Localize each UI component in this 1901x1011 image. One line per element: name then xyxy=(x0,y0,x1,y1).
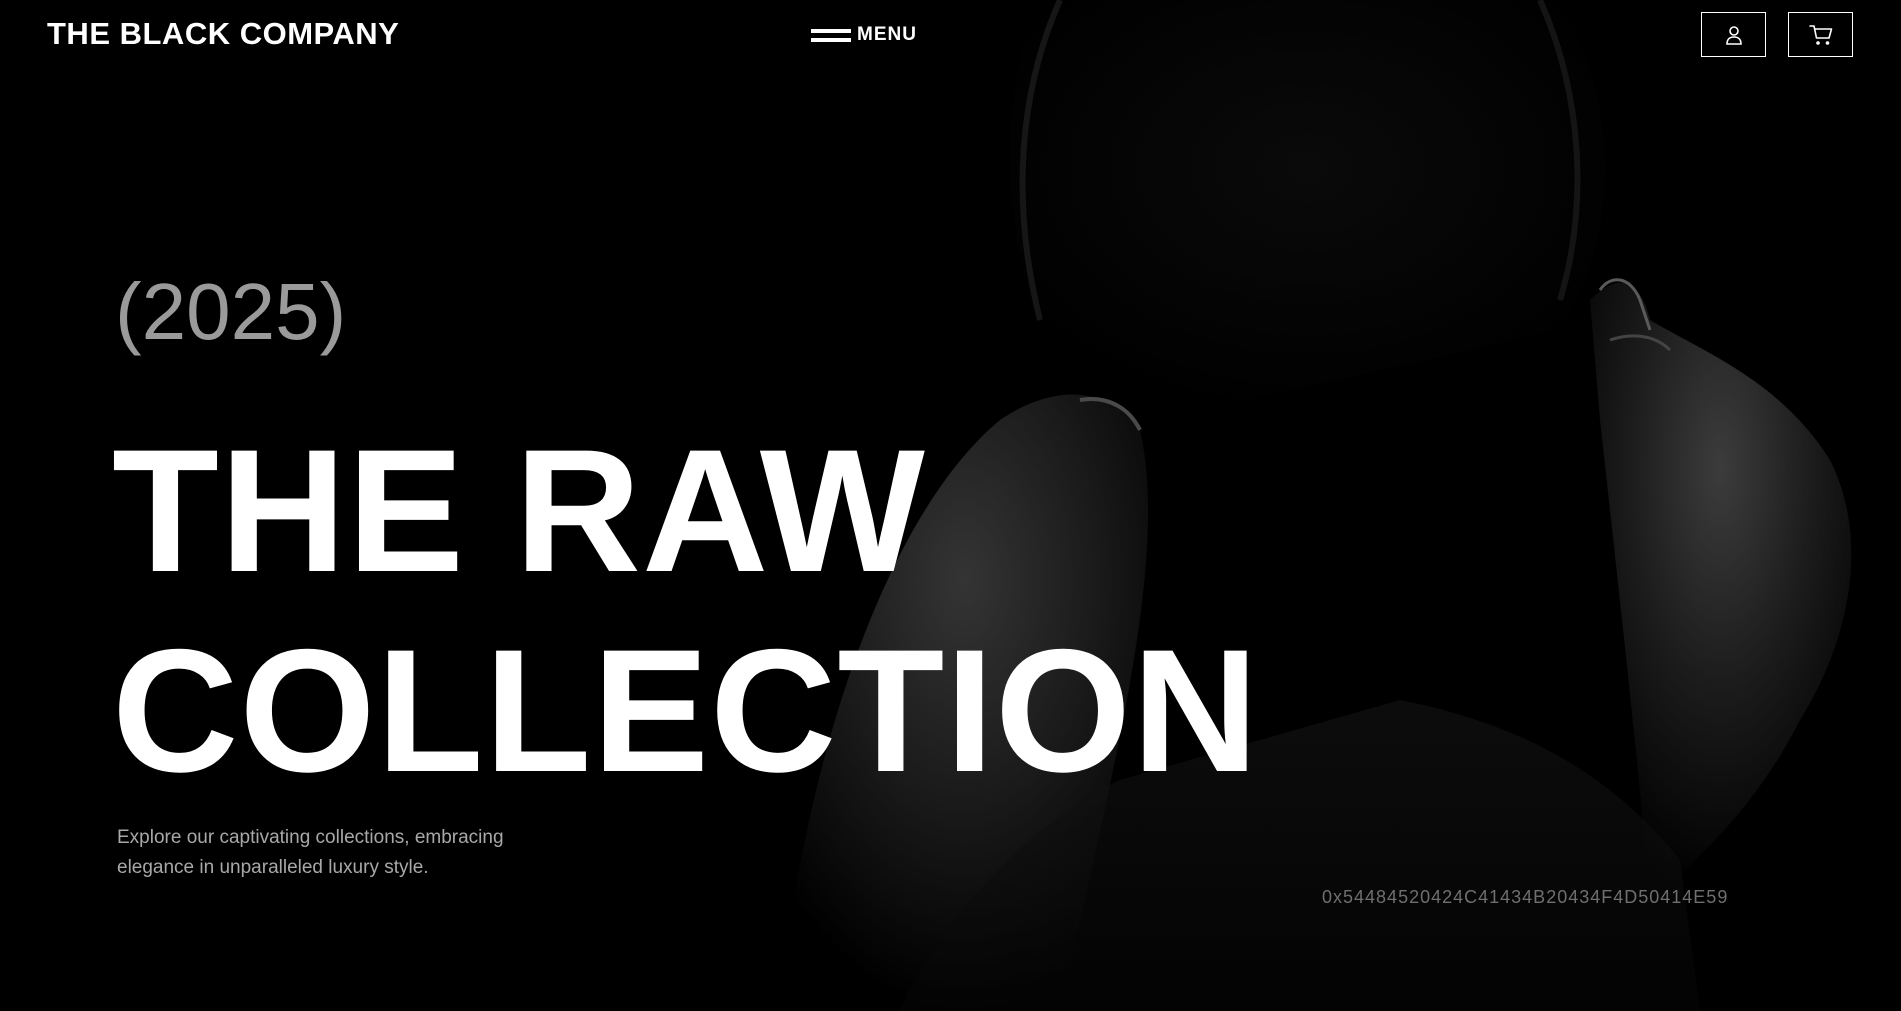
brand-logo[interactable]: THE BLACK COMPANY xyxy=(47,16,399,52)
hex-code-text: 0x54484520424C41434B20434F4D50414E59 xyxy=(1322,887,1729,907)
hero-title: THE RAW COLLECTION xyxy=(112,412,1259,812)
user-icon xyxy=(1725,25,1742,45)
menu-label: MENU xyxy=(857,24,917,45)
account-button[interactable] xyxy=(1701,12,1766,57)
hero-description: Explore our captivating collections, emb… xyxy=(117,827,504,878)
site-header: THE BLACK COMPANY MENU xyxy=(0,0,1901,70)
collection-year: (2025) xyxy=(115,267,347,356)
hamburger-icon xyxy=(811,26,851,44)
cart-icon xyxy=(1808,24,1832,45)
hero-title-line-2: COLLECTION xyxy=(112,614,1260,809)
hero-page: THE BLACK COMPANY MENU (2025) THE RAW CO… xyxy=(0,0,1901,1011)
cart-button[interactable] xyxy=(1788,12,1853,57)
hero-title-line-1: THE RAW xyxy=(112,414,926,609)
menu-button[interactable]: MENU xyxy=(811,22,917,48)
